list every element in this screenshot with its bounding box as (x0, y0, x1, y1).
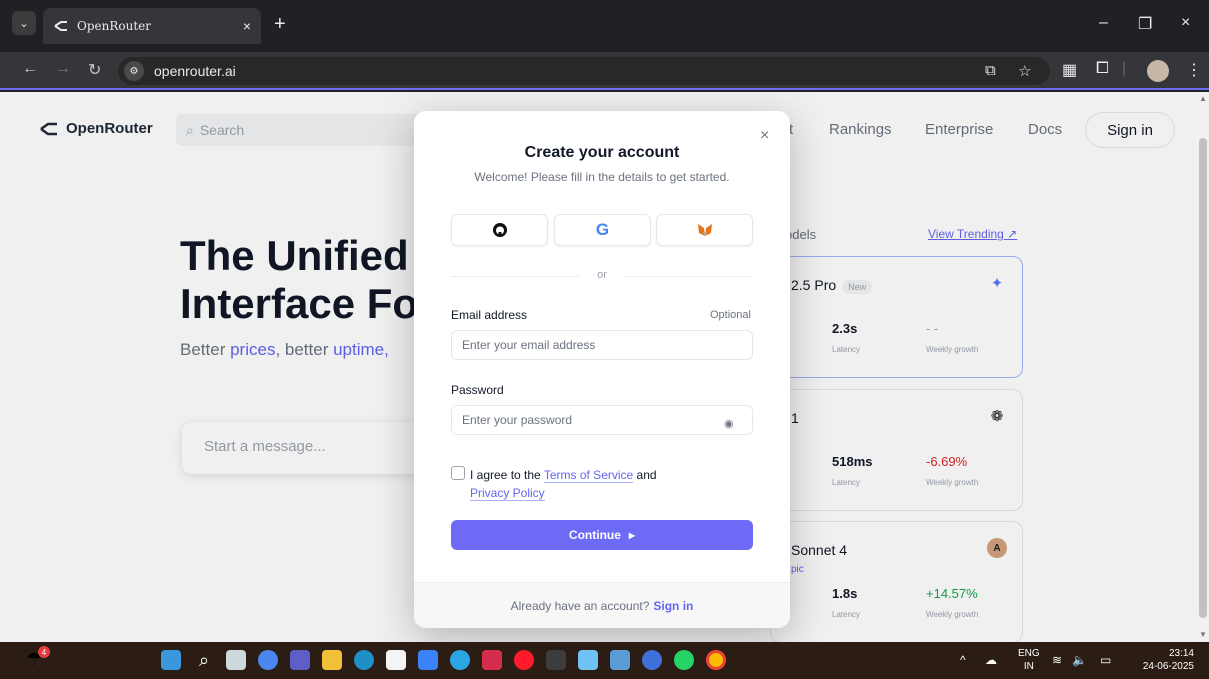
profile-avatar[interactable] (1147, 60, 1169, 82)
site-info-icon[interactable]: ⚙ (124, 61, 144, 81)
browser-tab[interactable]: OpenRouter × (43, 8, 261, 44)
volume-icon[interactable]: 🔈 (1072, 653, 1087, 667)
minimize-button[interactable]: – (1099, 14, 1108, 32)
notepad-icon[interactable] (578, 650, 598, 670)
browser-tabbar: ⌄ OpenRouter × + – ❐ × (0, 0, 1209, 52)
github-icon (492, 223, 507, 237)
password-input[interactable] (451, 405, 753, 435)
scrollbar-thumb[interactable] (1199, 138, 1207, 618)
modal-footer: Already have an account? Sign in (414, 582, 790, 628)
tray-chevron-icon[interactable]: ^ (960, 653, 966, 667)
clock-time: 23:14 (1168, 648, 1194, 659)
tab-title: OpenRouter (77, 19, 151, 33)
metamask-signin-button[interactable] (656, 214, 753, 246)
show-password-icon[interactable]: ◉ (724, 417, 734, 430)
lang-eng: ENG (1018, 648, 1040, 659)
file-explorer-icon[interactable] (322, 650, 342, 670)
terminal-icon[interactable] (546, 650, 566, 670)
modal-title: Create your account (524, 144, 680, 161)
edge-icon[interactable] (354, 650, 374, 670)
modal-close-icon[interactable]: × (760, 127, 769, 145)
scroll-down-icon[interactable]: ▼ (1199, 630, 1207, 639)
chrome-icon[interactable] (706, 650, 726, 670)
privacy-policy-link[interactable]: Privacy Policy (470, 486, 545, 501)
agree-checkbox[interactable] (451, 466, 465, 480)
tab-close-icon[interactable]: × (243, 18, 251, 34)
continue-label: Continue (568, 528, 621, 542)
restore-button[interactable]: ❐ (1138, 14, 1152, 34)
terms-of-service-link[interactable]: Terms of Service (543, 468, 634, 483)
footer-text: Already have an account? (510, 598, 650, 613)
toolbar-separator: | (1122, 60, 1127, 77)
openrouter-logo-icon (54, 21, 67, 31)
email-input[interactable] (451, 330, 753, 360)
play-arrow-icon: ▶ (628, 530, 636, 540)
windows-taskbar: ☂ 4 ⌕ ^ ☁ ENG IN ≋ 🔈 ▭ 23:14 24-06-2025 (0, 642, 1209, 679)
wifi-icon[interactable]: ≋ (1052, 653, 1062, 667)
start-windows-icon[interactable] (161, 650, 181, 670)
whatsapp-icon[interactable] (674, 650, 694, 670)
menu-dots-icon[interactable]: ⋮ (1186, 60, 1202, 80)
system-clock[interactable]: 23:14 24-06-2025 (1132, 647, 1194, 673)
teams-icon[interactable] (290, 650, 310, 670)
battery-icon[interactable]: ▭ (1100, 653, 1111, 667)
scroll-up-icon[interactable]: ▲ (1199, 94, 1207, 103)
terms-text: I agree to the Terms of Service and Priv… (470, 466, 730, 502)
forward-icon[interactable]: → (55, 60, 71, 78)
footer-sign-in-link[interactable]: Sign in (653, 599, 693, 613)
browser-toolbar: ← → ↻ ⚙ openrouter.ai ⧉ ☆ ▦ ⧠ | ⋮ (0, 52, 1209, 90)
lang-in: IN (1023, 661, 1034, 672)
clock-date: 24-06-2025 (1142, 661, 1194, 672)
page-scrollbar[interactable]: ▲ ▼ (1197, 92, 1209, 642)
tab-search-button[interactable]: ⌄ (12, 11, 36, 35)
metamask-fox-icon (697, 224, 712, 236)
optional-label: Optional (710, 309, 751, 321)
qr-code-icon[interactable]: ▦ (1062, 60, 1077, 80)
or-separator: or (597, 269, 607, 281)
mobp-app-icon[interactable] (418, 650, 438, 670)
divider-right (625, 276, 753, 277)
vscode-icon[interactable] (610, 650, 630, 670)
web-page: OpenRouter ⌕ Search t Rankings Enterpris… (0, 92, 1197, 642)
bookmark-star-icon[interactable]: ☆ (1018, 62, 1031, 80)
address-bar[interactable]: ⚙ openrouter.ai (118, 57, 1050, 85)
store-icon[interactable] (386, 650, 406, 670)
cast-icon[interactable]: ⧉ (985, 62, 996, 79)
reload-icon[interactable]: ↻ (88, 60, 101, 80)
copilot-icon[interactable] (258, 650, 278, 670)
language-indicator[interactable]: ENG IN (1018, 647, 1040, 673)
agree-text-2: and (633, 468, 657, 482)
email-label: Email address (451, 308, 528, 322)
new-tab-button[interactable]: + (274, 14, 286, 34)
help-app-icon[interactable] (450, 650, 470, 670)
back-icon[interactable]: ← (22, 60, 38, 78)
agree-text: I agree to the (470, 468, 544, 482)
create-account-modal: × Create your account Welcome! Please fi… (414, 111, 790, 628)
mcafee-icon[interactable] (482, 650, 502, 670)
google-icon: G (595, 220, 610, 239)
continue-button[interactable]: Continue ▶ (451, 520, 753, 550)
opera-icon[interactable] (514, 650, 534, 670)
google-signin-button[interactable]: G (554, 214, 651, 246)
taskbar-search-icon[interactable]: ⌕ (194, 650, 214, 670)
weather-badge: 4 (38, 646, 50, 658)
task-view-icon[interactable] (226, 650, 246, 670)
widget-app-icon[interactable] (642, 650, 662, 670)
extensions-icon[interactable]: ⧠ (1096, 60, 1109, 78)
github-signin-button[interactable] (451, 214, 548, 246)
onedrive-icon[interactable]: ☁ (985, 653, 997, 667)
window-close-button[interactable]: × (1181, 14, 1190, 32)
modal-subtitle: Welcome! Please fill in the details to g… (474, 170, 730, 184)
password-label: Password (451, 383, 504, 397)
url-text: openrouter.ai (154, 63, 236, 79)
